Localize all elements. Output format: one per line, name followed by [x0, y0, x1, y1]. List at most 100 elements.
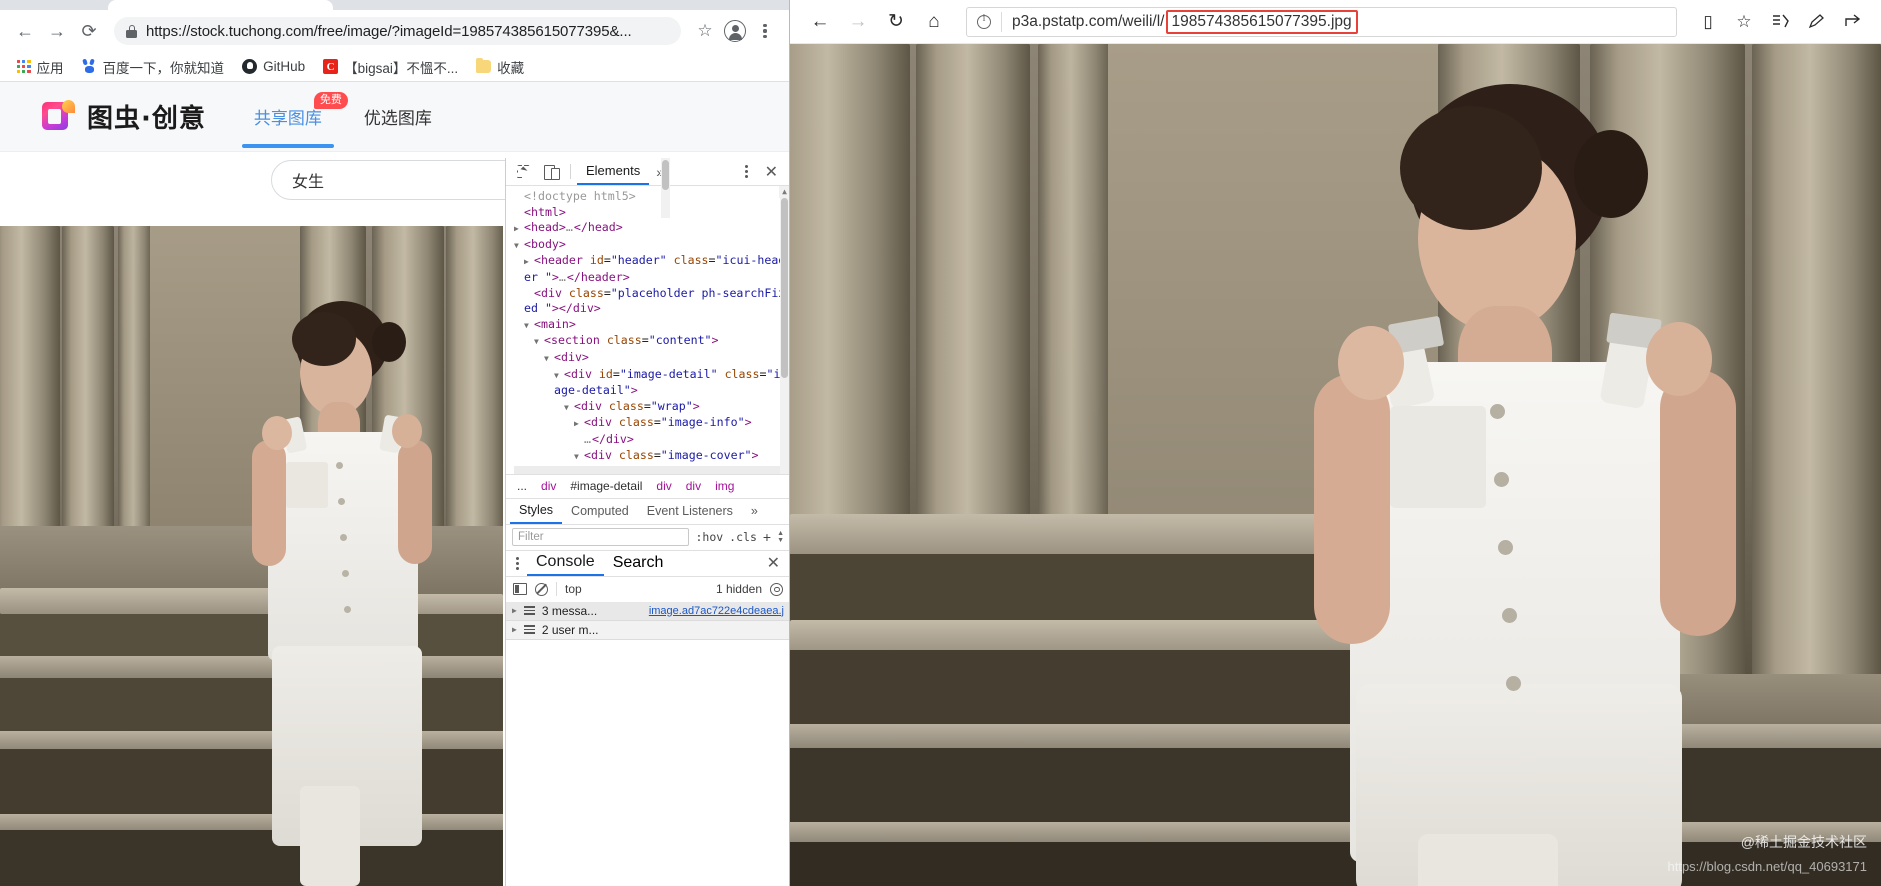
breadcrumb-item[interactable]: #image-detail: [563, 477, 649, 495]
edge-browser-window: ← → ↻ ⌂ p3a.pstatp.com/weili/l/198574385…: [790, 0, 1881, 886]
cls-toggle[interactable]: .cls: [729, 530, 757, 544]
breadcrumb-item[interactable]: img: [708, 477, 741, 495]
console-settings-gear-icon[interactable]: [770, 582, 783, 596]
chrome-browser-window: ← → ⟳ https://stock.tuchong.com/free/ima…: [0, 0, 790, 886]
styles-more-tabs-icon[interactable]: »: [742, 499, 767, 524]
tab-styles[interactable]: Styles: [510, 499, 563, 524]
dom-node-line[interactable]: ▼ <section class="content">: [514, 333, 789, 350]
dom-node-line[interactable]: ▶ <header id="header" class="icui-header …: [514, 253, 789, 285]
reload-icon[interactable]: ↻: [880, 6, 912, 38]
dom-node-line[interactable]: <html>: [514, 205, 789, 221]
share-icon[interactable]: [1837, 7, 1867, 37]
styles-filter-bar: Filter :hov .cls + ▲ ▼: [506, 523, 789, 550]
clear-console-icon[interactable]: [535, 582, 548, 596]
dom-node-line[interactable]: …</div>: [514, 432, 789, 448]
bookmark-csdn[interactable]: C 【bigsai】不慍不...: [316, 54, 465, 80]
address-bar-url-highlight: 198574385615077395.jpg: [1165, 9, 1358, 34]
devtools-toolbar: Elements » ✕: [506, 158, 789, 186]
site-nav-tabs: 共享图库 免费 优选图库: [241, 82, 432, 152]
dom-tree[interactable]: <!doctype html5> <html> ▶ <head>…</head> ▼ <b…: [506, 186, 789, 474]
styles-subtabs: Styles Computed Event Listeners »: [506, 497, 789, 524]
expand-arrow-icon[interactable]: ▶: [512, 606, 517, 615]
forward-icon[interactable]: →: [42, 16, 72, 46]
collections-glyph: [1772, 14, 1789, 28]
site-info-icon[interactable]: [977, 13, 991, 29]
site-logo-text: 图虫·创意: [87, 104, 206, 134]
breadcrumb-item[interactable]: div: [679, 477, 708, 495]
breadcrumb-item[interactable]: div: [649, 477, 678, 495]
folder-icon: [476, 58, 492, 73]
dom-node-line[interactable]: ▼ <div id="image-detail" class="image-det…: [514, 367, 789, 399]
console-message-text: 2 user m...: [541, 622, 599, 637]
console-drawer-tabs: Console Search ✕: [506, 549, 789, 576]
notes-pen-icon[interactable]: [1801, 7, 1831, 37]
watermark-community: @稀土掘金技术社区: [1740, 834, 1867, 850]
dom-node-line[interactable]: ▼ <div class="image-cover">: [514, 448, 789, 465]
collections-icon[interactable]: [1765, 7, 1795, 37]
console-drawer-close-icon[interactable]: ✕: [759, 553, 788, 573]
new-style-rule-icon[interactable]: +: [763, 529, 771, 545]
styles-filter-input[interactable]: Filter: [512, 528, 690, 546]
site-logo[interactable]: 图虫·创意: [42, 98, 206, 135]
back-icon[interactable]: ←: [804, 6, 836, 38]
dom-node-line[interactable]: ▶ <head>…</head>: [514, 220, 789, 237]
inspect-element-icon[interactable]: [510, 160, 536, 184]
address-bar[interactable]: https://stock.tuchong.com/free/image/?im…: [114, 17, 681, 45]
reload-icon[interactable]: ⟳: [74, 16, 104, 46]
tab-search[interactable]: Search: [604, 551, 673, 576]
bookmark-star-icon[interactable]: ☆: [691, 17, 719, 45]
hov-toggle[interactable]: :hov: [695, 530, 723, 544]
reading-view-icon[interactable]: ▯: [1693, 7, 1723, 37]
address-bar[interactable]: p3a.pstatp.com/weili/l/19857438561507739…: [966, 6, 1677, 37]
dom-node-line[interactable]: <div class="placeholder ph-searchFixed "…: [514, 286, 789, 317]
dom-scroll-up-icon[interactable]: ▲: [779, 186, 789, 198]
address-bar-url: p3a.pstatp.com/weili/l/19857438561507739…: [1012, 9, 1358, 34]
console-messages[interactable]: ▶ 3 messa... image.ad7ac722e4cdeaea.j ▶ …: [506, 158, 789, 886]
chrome-tab-strip[interactable]: [0, 0, 789, 10]
back-icon[interactable]: ←: [10, 16, 40, 46]
favorite-star-icon[interactable]: ☆: [1729, 7, 1759, 37]
message-list-icon: [523, 606, 535, 615]
home-icon[interactable]: ⌂: [918, 6, 950, 38]
console-source-link[interactable]: image.ad7ac722e4cdeaea.j: [649, 605, 784, 617]
bookmark-github[interactable]: GitHub: [235, 56, 312, 77]
dom-selected-node[interactable]: ••• <img src="//p3a.pstatp.com/ weili/l/…: [508, 466, 789, 474]
bookmark-baidu[interactable]: 百度一下，你就知道: [75, 54, 232, 80]
site-tab-shared-library[interactable]: 共享图库 免费: [241, 82, 348, 152]
dom-node-line[interactable]: ▶ <div class="image-info">: [514, 415, 789, 432]
profile-avatar-icon[interactable]: [721, 17, 749, 45]
csdn-icon: C: [323, 59, 339, 74]
dom-node-line[interactable]: ▼ <main>: [514, 317, 789, 334]
chrome-menu-icon[interactable]: [751, 17, 779, 45]
dom-node-line[interactable]: ▼ <div class="wrap">: [514, 399, 789, 416]
forward-icon[interactable]: →: [842, 6, 874, 38]
breadcrumb-item[interactable]: ...: [510, 477, 534, 495]
expand-arrow-icon[interactable]: ▶: [512, 625, 517, 634]
tab-event-listeners[interactable]: Event Listeners: [638, 499, 742, 524]
github-icon: [242, 59, 258, 74]
lock-icon: [126, 24, 137, 38]
bookmark-label: 【bigsai】不慍不...: [344, 60, 459, 76]
bookmark-favorites-folder[interactable]: 收藏: [469, 54, 531, 80]
chrome-active-tab[interactable]: [108, 0, 333, 10]
bookmark-apps[interactable]: 应用: [10, 54, 71, 80]
console-context-selector[interactable]: top: [565, 582, 582, 596]
devtools-close-icon[interactable]: ✕: [757, 162, 786, 182]
tab-console[interactable]: Console: [527, 551, 604, 576]
console-message-group[interactable]: ▶ 2 user m...: [506, 620, 789, 640]
stock-photo-left: [0, 226, 503, 886]
dom-node-line[interactable]: ▼ <body>: [514, 237, 789, 254]
tab-elements[interactable]: Elements: [577, 158, 650, 185]
dom-tree-scrollbar[interactable]: [780, 198, 789, 474]
devtools-menu-icon[interactable]: [738, 165, 755, 178]
dom-node-line[interactable]: <!doctype html5>: [514, 189, 789, 205]
breadcrumb-item[interactable]: div: [534, 477, 563, 495]
console-message-group[interactable]: ▶ 3 messa... image.ad7ac722e4cdeaea.j: [506, 601, 789, 621]
console-drawer-menu-icon[interactable]: [508, 556, 527, 570]
console-sidebar-icon[interactable]: [513, 583, 527, 595]
device-toggle-icon[interactable]: [538, 160, 564, 184]
site-tab-premium-library[interactable]: 优选图库: [364, 82, 432, 152]
dom-node-line[interactable]: ▼ <div>: [514, 350, 789, 367]
tab-computed[interactable]: Computed: [562, 499, 638, 524]
computed-stepper-icon[interactable]: ▲ ▼: [777, 530, 784, 544]
